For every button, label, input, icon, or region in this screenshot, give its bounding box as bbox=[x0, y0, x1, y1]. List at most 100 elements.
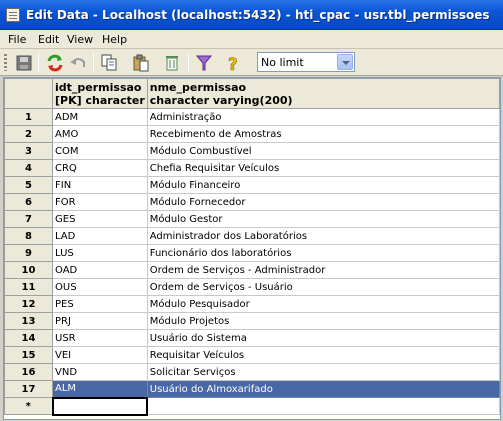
help-icon[interactable]: ? bbox=[223, 53, 243, 76]
cell-idt-permissao[interactable]: FOR bbox=[52, 193, 148, 211]
row-number[interactable]: 15 bbox=[4, 346, 53, 364]
cell-idt-permissao[interactable]: FIN bbox=[52, 176, 148, 194]
undo-icon[interactable] bbox=[68, 53, 88, 73]
row-number[interactable]: 13 bbox=[4, 312, 53, 330]
row-number[interactable]: 10 bbox=[4, 261, 53, 279]
cell-nme-permissao[interactable]: Ordem de Serviços - Usuário bbox=[146, 278, 500, 296]
table-row[interactable]: 8 LAD Administrador dos Laboratórios bbox=[4, 227, 500, 245]
cell-nme-permissao[interactable]: Módulo Gestor bbox=[146, 210, 500, 228]
cell-nme-permissao[interactable]: Ordem de Serviços - Administrador bbox=[146, 261, 500, 279]
menu-bar: File Edit View Help bbox=[0, 30, 503, 49]
cell-idt-permissao[interactable]: VEI bbox=[52, 346, 148, 364]
table-row[interactable]: 4 CRQ Chefia Requisitar Veículos bbox=[4, 159, 500, 177]
row-number[interactable]: 12 bbox=[4, 295, 53, 313]
cell-nme-permissao[interactable]: Módulo Pesquisador bbox=[146, 295, 500, 313]
table-row[interactable]: 9 LUS Funcionário dos laboratórios bbox=[4, 244, 500, 262]
toolbar: ? bbox=[0, 49, 503, 76]
row-number[interactable]: 8 bbox=[4, 227, 53, 245]
cell-nme-permissao[interactable]: Módulo Fornecedor bbox=[146, 193, 500, 211]
cell-idt-permissao[interactable]: PES bbox=[52, 295, 148, 313]
cell-nme-permissao[interactable]: Requisitar Veículos bbox=[146, 346, 500, 364]
delete-icon[interactable] bbox=[162, 53, 182, 73]
cell-idt-permissao[interactable]: USR bbox=[52, 329, 148, 347]
paste-icon[interactable] bbox=[131, 53, 151, 73]
cell-idt-permissao[interactable]: ADM bbox=[52, 108, 148, 126]
new-row-name-input[interactable] bbox=[146, 397, 500, 415]
menu-view[interactable]: View bbox=[67, 33, 93, 46]
refresh-icon[interactable] bbox=[45, 53, 65, 73]
table-row[interactable]: 10 OAD Ordem de Serviços - Administrador bbox=[4, 261, 500, 279]
table-row[interactable]: 1 ADM Administração bbox=[4, 108, 500, 126]
new-row[interactable]: * bbox=[4, 396, 500, 416]
table-row[interactable]: 5 FIN Módulo Financeiro bbox=[4, 176, 500, 194]
row-limit-value: No limit bbox=[261, 56, 304, 69]
column-name: idt_permissao bbox=[55, 80, 142, 94]
cell-nme-permissao[interactable]: Módulo Projetos bbox=[146, 312, 500, 330]
column-header-idt-permissao[interactable]: idt_permissao [PK] character bbox=[52, 78, 148, 109]
data-table: idt_permissao [PK] character nme_permiss… bbox=[4, 78, 500, 416]
table-row[interactable]: 14 USR Usuário do Sistema bbox=[4, 329, 500, 347]
cell-idt-permissao[interactable]: VND bbox=[52, 363, 148, 381]
filter-icon[interactable] bbox=[194, 53, 214, 73]
window-title: Edit Data - Localhost (localhost:5432) -… bbox=[26, 8, 490, 22]
row-number[interactable]: 3 bbox=[4, 142, 53, 160]
column-header-nme-permissao[interactable]: nme_permissao character varying(200) bbox=[146, 78, 500, 109]
menu-help[interactable]: Help bbox=[102, 33, 127, 46]
table-row[interactable]: 3 COM Módulo Combustível bbox=[4, 142, 500, 160]
row-number[interactable]: 2 bbox=[4, 125, 53, 143]
cell-idt-permissao[interactable]: PRJ bbox=[52, 312, 148, 330]
save-icon[interactable] bbox=[14, 53, 34, 73]
cell-nme-permissao[interactable]: Funcionário dos laboratórios bbox=[146, 244, 500, 262]
row-number[interactable]: 5 bbox=[4, 176, 53, 194]
table-row[interactable]: 13 PRJ Módulo Projetos bbox=[4, 312, 500, 330]
table-row[interactable]: 11 OUS Ordem de Serviços - Usuário bbox=[4, 278, 500, 296]
toolbar-grip[interactable] bbox=[4, 54, 7, 71]
grid-corner[interactable] bbox=[4, 78, 53, 109]
table-row[interactable]: 15 VEI Requisitar Veículos bbox=[4, 346, 500, 364]
chevron-down-icon[interactable] bbox=[337, 54, 353, 70]
svg-text:?: ? bbox=[228, 55, 238, 73]
row-number[interactable]: 11 bbox=[4, 278, 53, 296]
menu-edit[interactable]: Edit bbox=[38, 33, 59, 46]
row-number[interactable]: 14 bbox=[4, 329, 53, 347]
copy-icon[interactable] bbox=[99, 53, 119, 73]
cell-idt-permissao[interactable]: OUS bbox=[52, 278, 148, 296]
table-row[interactable]: 12 PES Módulo Pesquisador bbox=[4, 295, 500, 313]
row-number[interactable]: 6 bbox=[4, 193, 53, 211]
new-row-marker: * bbox=[4, 397, 53, 415]
row-number[interactable]: 1 bbox=[4, 108, 53, 126]
table-edit-icon bbox=[6, 8, 20, 22]
cell-idt-permissao[interactable]: OAD bbox=[52, 261, 148, 279]
title-bar: Edit Data - Localhost (localhost:5432) -… bbox=[0, 0, 503, 30]
cell-idt-permissao[interactable]: CRQ bbox=[52, 159, 148, 177]
cell-nme-permissao[interactable]: Módulo Combustível bbox=[146, 142, 500, 160]
row-number[interactable]: 17 bbox=[4, 380, 53, 398]
table-row[interactable]: 16 VND Solicitar Serviços bbox=[4, 363, 500, 381]
cell-nme-permissao[interactable]: Módulo Financeiro bbox=[146, 176, 500, 194]
cell-idt-permissao[interactable]: LAD bbox=[52, 227, 148, 245]
cell-nme-permissao[interactable]: Usuário do Sistema bbox=[146, 329, 500, 347]
cell-nme-permissao[interactable]: Chefia Requisitar Veículos bbox=[146, 159, 500, 177]
cell-nme-permissao[interactable]: Administração bbox=[146, 108, 500, 126]
row-number[interactable]: 7 bbox=[4, 210, 53, 228]
cell-idt-permissao[interactable]: LUS bbox=[52, 244, 148, 262]
cell-nme-permissao[interactable]: Recebimento de Amostras bbox=[146, 125, 500, 143]
cell-nme-permissao[interactable]: Solicitar Serviços bbox=[146, 363, 500, 381]
table-row[interactable]: 17 ALM Usuário do Almoxarifado bbox=[4, 380, 500, 398]
cell-nme-permissao[interactable]: Usuário do Almoxarifado bbox=[146, 380, 500, 398]
new-row-id-input[interactable] bbox=[51, 396, 149, 416]
table-row[interactable]: 2 AMO Recebimento de Amostras bbox=[4, 125, 500, 143]
table-row[interactable]: 6 FOR Módulo Fornecedor bbox=[4, 193, 500, 211]
cell-idt-permissao[interactable]: ALM bbox=[52, 380, 148, 398]
row-number[interactable]: 16 bbox=[4, 363, 53, 381]
data-grid[interactable]: idt_permissao [PK] character nme_permiss… bbox=[3, 77, 501, 420]
menu-file[interactable]: File bbox=[8, 33, 26, 46]
row-number[interactable]: 4 bbox=[4, 159, 53, 177]
row-number[interactable]: 9 bbox=[4, 244, 53, 262]
row-limit-select[interactable]: No limit bbox=[257, 52, 355, 72]
table-row[interactable]: 7 GES Módulo Gestor bbox=[4, 210, 500, 228]
cell-nme-permissao[interactable]: Administrador dos Laboratórios bbox=[146, 227, 500, 245]
cell-idt-permissao[interactable]: COM bbox=[52, 142, 148, 160]
cell-idt-permissao[interactable]: AMO bbox=[52, 125, 148, 143]
cell-idt-permissao[interactable]: GES bbox=[52, 210, 148, 228]
